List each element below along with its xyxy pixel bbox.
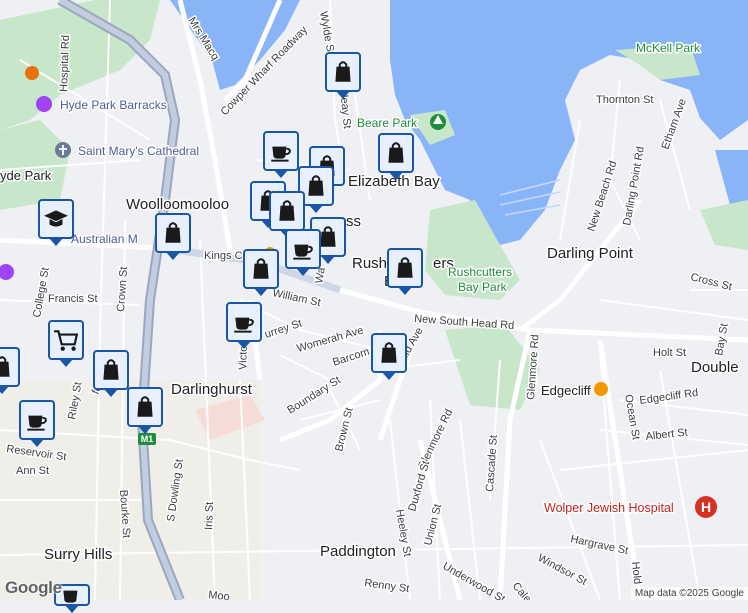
shopping-bag-icon	[0, 354, 15, 380]
street-label: Thornton St	[596, 94, 653, 106]
park-label: Bay Park	[458, 280, 508, 294]
shopping-bag-icon	[98, 357, 124, 383]
coffee-cup-icon	[290, 236, 316, 262]
shopping-marker[interactable]	[378, 133, 414, 180]
shopping-marker[interactable]	[387, 248, 423, 295]
shopping-bag-icon	[330, 59, 356, 85]
m1-shield-label: M1	[141, 434, 154, 444]
google-logo[interactable]: Google	[5, 578, 62, 598]
school-marker[interactable]	[38, 199, 74, 246]
poi-label: Wolper Jewish Hospital	[544, 501, 674, 515]
shopping-bag-icon	[392, 255, 418, 281]
shopping-marker[interactable]	[325, 52, 361, 99]
street-label: Iris St	[203, 502, 216, 531]
restaurant-poi-icon	[25, 66, 39, 80]
suburb-label: Darling Point	[547, 245, 634, 262]
park-label: Rushcutters	[448, 265, 512, 279]
shopping-marker[interactable]	[371, 333, 407, 380]
shopping-bag-icon	[383, 140, 409, 166]
suburb-label: Surry Hills	[44, 546, 112, 563]
cafe-marker[interactable]	[285, 229, 321, 276]
coffee-cup-icon	[268, 138, 294, 164]
park-label: Beare Park	[357, 116, 418, 130]
barracks-icon	[36, 96, 52, 112]
coffee-cup-icon	[24, 407, 50, 433]
suburb-label: Edgecliff	[541, 383, 591, 398]
shopping-marker[interactable]	[93, 350, 129, 397]
street-label: Francis St	[48, 293, 98, 305]
suburb-label: Rush	[352, 255, 387, 272]
shopping-bag-icon	[376, 340, 402, 366]
street-label: Moo	[208, 589, 231, 600]
street-label: Holt St	[653, 347, 686, 359]
cafe-marker[interactable]	[226, 302, 262, 349]
park-label: McKell Park	[636, 41, 701, 55]
shopping-marker[interactable]	[127, 387, 163, 434]
suburb-label: Double	[691, 359, 739, 376]
shopping-cart-icon	[53, 327, 79, 353]
poi-label: Hyde Park Barracks	[60, 98, 167, 112]
coffee-cup-icon	[59, 582, 85, 608]
coffee-cup-icon	[231, 309, 257, 335]
cafe-marker[interactable]	[263, 131, 299, 178]
suburb-label: Darlinghurst	[171, 381, 253, 398]
suburb-label: ss	[346, 213, 361, 230]
park-label: yde Park	[0, 168, 52, 183]
street-label: Hold	[629, 561, 643, 585]
shopping-marker[interactable]	[155, 213, 191, 260]
restaurant-marker[interactable]	[48, 320, 84, 367]
shopping-marker[interactable]	[269, 191, 305, 238]
street-label: Ann St	[16, 465, 49, 477]
edgecliff-station-icon	[594, 382, 608, 396]
suburb-label: Paddington	[320, 543, 396, 560]
shopping-marker[interactable]	[243, 249, 279, 296]
shopping-bag-icon	[160, 220, 186, 246]
poi-label: Australian M	[71, 232, 138, 246]
shopping-marker[interactable]	[0, 347, 20, 394]
poi-label: Saint Mary's Cathedral	[78, 144, 199, 158]
graduation-cap-icon	[43, 206, 69, 232]
shopping-bag-icon	[132, 394, 158, 420]
street-label: Victo	[237, 345, 250, 370]
shopping-bag-icon	[248, 256, 274, 282]
map-canvas[interactable]: H Mrs Macq Wylde St McKell Park Hospital…	[0, 0, 748, 600]
cafe-marker[interactable]	[19, 400, 55, 447]
suburb-label: Woolloomooloo	[126, 196, 229, 213]
street-label: Hospital Rd	[58, 35, 72, 92]
shopping-bag-icon	[274, 198, 300, 224]
shopping-bag-icon	[303, 173, 329, 199]
svg-text:H: H	[701, 499, 711, 515]
map-attribution[interactable]: Map data ©2025 Google	[630, 587, 748, 600]
